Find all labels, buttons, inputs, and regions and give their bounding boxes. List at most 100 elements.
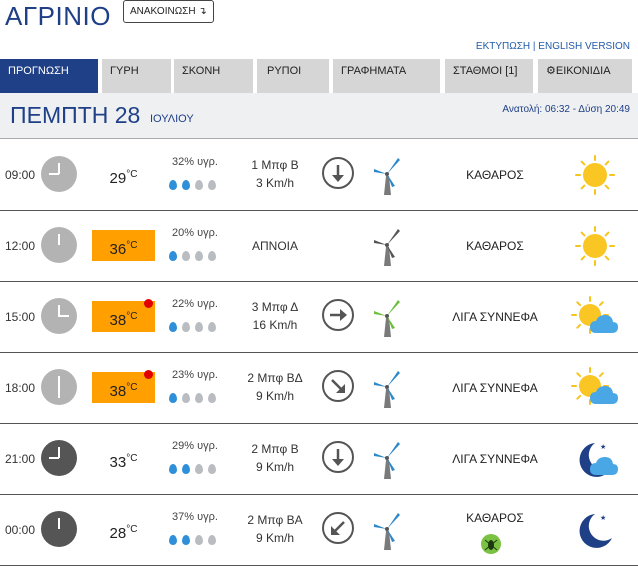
humidity: 37% υγρ. xyxy=(172,511,218,523)
wind-force: 2 Μπφ Β xyxy=(251,442,299,456)
sun-cloud-icon xyxy=(571,367,618,405)
sun-icon xyxy=(575,226,615,266)
sky-condition: ΛΙΓΑ ΣΥΝΝΕΦΑ xyxy=(452,310,538,324)
drop-icon xyxy=(182,251,190,261)
clock-icon xyxy=(41,227,77,263)
humidity-drops xyxy=(169,177,221,195)
mosquito-icon xyxy=(481,534,501,554)
windmill-icon xyxy=(374,442,400,479)
drop-icon xyxy=(182,464,190,474)
drop-icon xyxy=(195,535,203,545)
windmill xyxy=(370,507,404,556)
arrow-down-icon xyxy=(332,165,344,182)
tab-pollutants[interactable]: ΡΥΠΟΙ xyxy=(257,59,329,93)
clock-hour-hand xyxy=(58,518,60,529)
temperature-unit: °C xyxy=(126,169,138,180)
wind-info: 2 Μπφ ΒΔ 9 Km/h xyxy=(240,369,310,405)
forecast-row: 15:00 38°C 22% υγρ. 3 Μπφ Δ 16 Km/h ΛΙΓΑ ΣΥΝΝ… xyxy=(0,281,638,353)
wind-info: 2 Μπφ Β 9 Km/h xyxy=(240,440,310,476)
tab-dust[interactable]: ΣΚΟΝΗ xyxy=(174,59,253,93)
top-links: ΕΚΤΥΠΩΣΗ | ENGLISH VERSION xyxy=(476,41,630,52)
wind-speed: 9 Km/h xyxy=(255,460,294,474)
weather-icon: ★ xyxy=(570,435,620,483)
wind-speed: 3 Km/h xyxy=(255,176,294,190)
forecast-row: 09:00 29°C 32% υγρ. 1 Μπφ Β 3 Km/h ΚΑΘΑΡΟΣ xyxy=(0,139,638,211)
temperature-value: 28 xyxy=(109,525,127,542)
moon-cloud-icon: ★ xyxy=(579,443,618,477)
tab-stations[interactable]: ΣΤΑΘΜΟΙ [1] xyxy=(445,59,533,93)
wind-force: 3 Μπφ Δ xyxy=(251,300,299,314)
tab-charts[interactable]: ΓΡΑΦΗΜΑΤΑ xyxy=(333,59,440,93)
heat-alert-icon xyxy=(144,370,153,379)
temperature-value: 38 xyxy=(109,312,127,329)
humidity-drops xyxy=(169,390,221,408)
row-time: 09:00 xyxy=(5,168,36,182)
wind-direction xyxy=(322,370,354,402)
humidity: 20% υγρ. xyxy=(172,227,218,239)
wind-direction xyxy=(322,157,354,189)
clock-icon xyxy=(41,369,77,405)
temperature-value: 38 xyxy=(109,383,127,400)
windmill xyxy=(370,152,404,201)
humidity-drops xyxy=(169,248,221,266)
drop-icon xyxy=(208,464,216,474)
wind-info: 1 Μπφ Β 3 Km/h xyxy=(240,156,310,192)
wind-speed: 9 Km/h xyxy=(255,531,294,545)
humidity-drops xyxy=(169,319,221,337)
windmill xyxy=(370,223,404,272)
sky-condition: ΚΑΘΑΡΟΣ xyxy=(466,239,524,253)
weather-icon xyxy=(570,222,620,270)
drop-icon xyxy=(169,251,177,261)
weather-icon: ★ xyxy=(570,506,620,554)
announcement-button[interactable]: ΑΝΑΚΟΙΝΩΣΗ ↴ xyxy=(123,0,214,23)
day-month: ΙΟΥΛΙΟΥ xyxy=(150,113,194,125)
humidity-drops xyxy=(169,461,221,479)
drop-icon xyxy=(208,393,216,403)
clock-minute-hand xyxy=(49,457,59,459)
drop-icon xyxy=(208,251,216,261)
windmill-icon xyxy=(374,229,400,266)
drop-icon xyxy=(195,393,203,403)
drop-icon xyxy=(169,322,177,332)
tab-forecast[interactable]: ΠΡΟΓΝΩΣΗ xyxy=(0,59,98,93)
wind-force: 2 Μπφ ΒΑ xyxy=(247,513,303,527)
arrow-down-icon xyxy=(332,449,344,466)
row-time: 12:00 xyxy=(5,239,36,253)
temperature: 38°C xyxy=(92,299,155,332)
arrow-right-icon xyxy=(330,309,347,321)
sky-condition: ΛΙΓΑ ΣΥΝΝΕΦΑ xyxy=(452,381,538,395)
tab-pollen[interactable]: ΓΥΡΗ xyxy=(102,59,171,93)
sun-icon xyxy=(575,155,615,195)
temperature-value: 29 xyxy=(109,170,127,187)
temperature: 29°C xyxy=(92,159,155,190)
temperature: 38°C xyxy=(92,370,155,403)
row-time: 00:00 xyxy=(5,523,36,537)
clock-hour-hand xyxy=(58,376,60,398)
wind-direction xyxy=(322,512,354,544)
drop-icon xyxy=(182,322,190,332)
print-link[interactable]: ΕΚΤΥΠΩΣΗ xyxy=(476,41,530,52)
wind-direction xyxy=(322,441,354,473)
drop-icon xyxy=(169,180,177,190)
row-time: 21:00 xyxy=(5,452,36,466)
sun-cloud-icon xyxy=(571,296,618,334)
temperature: 33°C xyxy=(92,443,155,474)
arrow-down-right-icon xyxy=(331,379,345,393)
humidity: 22% υγρ. xyxy=(172,298,218,310)
drop-icon xyxy=(208,322,216,332)
temperature-unit: °C xyxy=(126,524,138,535)
temperature-unit: °C xyxy=(126,382,138,393)
english-version-link[interactable]: ENGLISH VERSION xyxy=(538,41,630,52)
temperature-value: 33 xyxy=(109,454,127,471)
windmill xyxy=(370,294,404,343)
tab-icons[interactable]: ⚙ΕΙΚΟΝΙΔΙΑ xyxy=(538,59,632,93)
windmill xyxy=(370,436,404,485)
windmill-icon xyxy=(374,513,400,550)
arrow-down-left-icon xyxy=(331,521,345,535)
wind-speed: 16 Km/h xyxy=(252,318,298,332)
temperature: 28°C xyxy=(92,514,155,545)
forecast-row: 21:00 33°C 29% υγρ. 2 Μπφ Β 9 Km/h ΛΙΓΑ ΣΥΝΝΕ… xyxy=(0,423,638,495)
sky-condition: ΚΑΘΑΡΟΣ xyxy=(466,511,524,525)
humidity-drops xyxy=(169,532,221,550)
tab-bar: ΠΡΟΓΝΩΣΗ ΓΥΡΗ ΣΚΟΝΗ ΡΥΠΟΙ ΓΡΑΦΗΜΑΤΑ ΣΤΑΘ… xyxy=(0,59,638,93)
